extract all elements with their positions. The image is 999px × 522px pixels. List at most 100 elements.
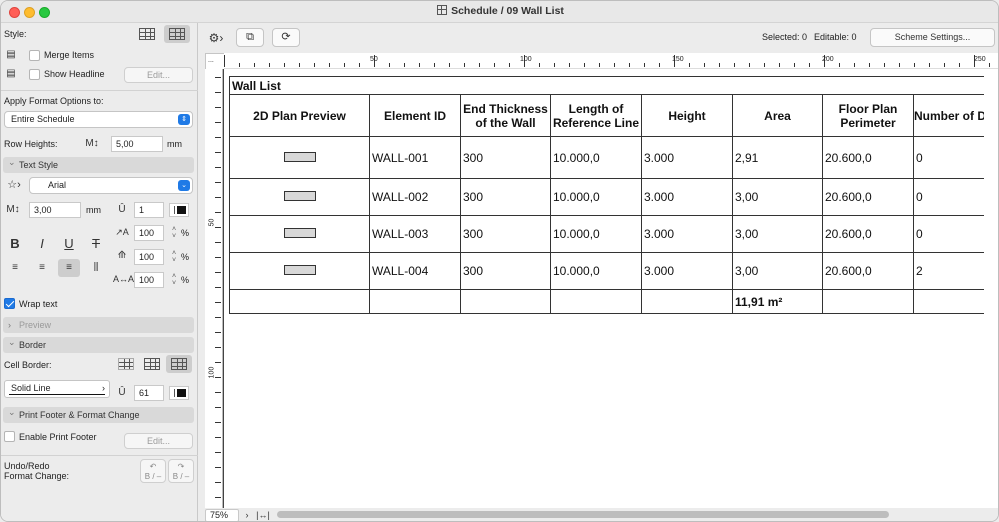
table-cell[interactable]: 300 — [460, 178, 551, 216]
text-style-section-header[interactable]: Text Style — [3, 154, 194, 173]
table-cell[interactable]: 3.000 — [641, 215, 733, 253]
show-headline-checkbox[interactable] — [29, 69, 40, 80]
cell-border-none-button[interactable] — [113, 355, 139, 373]
header-row: 2D Plan Preview Element ID End Thickness… — [229, 94, 984, 137]
table-cell[interactable]: 0 — [913, 215, 984, 253]
font-size-input[interactable]: 3,00 — [29, 202, 81, 218]
table-cell[interactable]: 3,00 — [732, 252, 823, 290]
apply-format-select[interactable]: Entire Schedule ⇕ — [4, 111, 193, 128]
header-cell[interactable]: End Thickness of the Wall — [460, 94, 551, 137]
favorite-style-icon[interactable]: ☆› — [3, 177, 25, 193]
row-heights-input[interactable]: 5,00 — [111, 136, 163, 152]
align-center-button[interactable]: ≡ — [31, 259, 53, 277]
line-type-select[interactable]: Solid Line › — [4, 380, 110, 398]
table-cell[interactable]: 20.600,0 — [822, 252, 914, 290]
table-cell[interactable]: 10.000,0 — [550, 215, 642, 253]
header-cell[interactable]: 2D Plan Preview — [229, 94, 370, 137]
table-cell[interactable]: WALL-003 — [369, 215, 461, 253]
table-cell[interactable]: 10.000,0 — [550, 178, 642, 216]
table-cell[interactable]: 3,00 — [732, 215, 823, 253]
align-justify-button[interactable]: ⫼ — [85, 259, 107, 277]
edit-headline-button[interactable]: Edit... — [124, 67, 193, 83]
table-cell[interactable] — [550, 289, 642, 314]
plan-preview-cell[interactable] — [229, 252, 370, 290]
plan-preview-cell[interactable] — [229, 136, 370, 179]
header-cell[interactable]: Length of Reference Line — [550, 94, 642, 137]
spacing-stepper[interactable]: ˄ ˅ — [170, 273, 178, 287]
height-factor-stepper[interactable]: ˄ ˅ — [170, 250, 178, 264]
table-cell[interactable] — [822, 289, 914, 314]
plan-preview-cell[interactable] — [229, 215, 370, 253]
table-cell[interactable] — [641, 289, 733, 314]
table-cell[interactable]: 20.600,0 — [822, 136, 914, 179]
font-select[interactable]: Arial ⌄ — [29, 177, 193, 194]
table-cell[interactable]: 300 — [460, 252, 551, 290]
table-cell[interactable]: 2 — [913, 252, 984, 290]
scheme-settings-button[interactable]: Scheme Settings... — [870, 28, 995, 47]
table-cell[interactable]: 3.000 — [641, 178, 733, 216]
schedule-title[interactable]: Wall List — [229, 76, 984, 95]
zoom-menu-chevron-icon[interactable]: › — [241, 507, 253, 521]
table-cell[interactable]: 10.000,0 — [550, 252, 642, 290]
strikethrough-button[interactable]: T — [85, 235, 107, 253]
header-cell[interactable]: Element ID — [369, 94, 461, 137]
header-cell[interactable]: Area — [732, 94, 823, 137]
table-cell[interactable]: 300 — [460, 215, 551, 253]
cell-border-outer-button[interactable] — [139, 355, 165, 373]
text-color-swatch[interactable] — [169, 203, 189, 217]
table-cell[interactable]: 10.000,0 — [550, 136, 642, 179]
wrap-text-checkbox[interactable] — [4, 298, 15, 309]
main-toolbar: ⚙› ⧉ ⟳ Selected: 0 Editable: 0 Scheme Se… — [199, 23, 998, 51]
fit-width-icon[interactable]: |↔| — [255, 507, 271, 521]
print-footer-section-header[interactable]: Print Footer & Format Change — [3, 404, 194, 423]
style-plain-grid-button[interactable] — [134, 25, 160, 43]
table-cell[interactable]: 0 — [913, 178, 984, 216]
align-left-button[interactable]: ≡ — [4, 259, 26, 277]
underline-button[interactable]: U — [58, 235, 80, 253]
width-factor-stepper[interactable]: ˄ ˅ — [170, 226, 178, 240]
header-cell[interactable]: Floor Plan Perimeter — [822, 94, 914, 137]
select-elements-button[interactable]: ⧉ — [236, 28, 264, 47]
table-cell[interactable]: 2,91 — [732, 136, 823, 179]
table-cell[interactable]: 0 — [913, 136, 984, 179]
table-cell[interactable]: 300 — [460, 136, 551, 179]
table-cell[interactable]: 3.000 — [641, 136, 733, 179]
settings-gear-icon[interactable]: ⚙› — [205, 30, 227, 46]
table-cell[interactable]: WALL-004 — [369, 252, 461, 290]
table-cell[interactable]: WALL-002 — [369, 178, 461, 216]
update-schedule-button[interactable]: ⟳ — [272, 28, 300, 47]
style-full-grid-button[interactable] — [164, 25, 190, 43]
redo-format-button[interactable]: ↷ B / – — [168, 459, 194, 483]
total-area-cell[interactable]: 11,91 m² — [732, 289, 823, 314]
spacing-input[interactable]: 100 — [134, 272, 164, 288]
edit-footer-button[interactable]: Edit... — [124, 433, 193, 449]
undo-format-button[interactable]: ↶ B / – — [140, 459, 166, 483]
table-cell[interactable] — [460, 289, 551, 314]
table-cell[interactable]: 3.000 — [641, 252, 733, 290]
plan-preview-cell[interactable] — [229, 178, 370, 216]
table-cell[interactable] — [229, 289, 370, 314]
cell-border-all-button[interactable] — [166, 355, 192, 373]
table-cell[interactable] — [913, 289, 984, 314]
table-cell[interactable] — [369, 289, 461, 314]
italic-button[interactable]: I — [31, 235, 53, 253]
header-cell[interactable]: Number of Doors — [913, 94, 984, 137]
table-cell[interactable]: 20.600,0 — [822, 215, 914, 253]
preview-section-header[interactable]: Preview — [3, 317, 194, 333]
height-factor-input[interactable]: 100 — [134, 249, 164, 265]
table-cell[interactable]: 3,00 — [732, 178, 823, 216]
table-cell[interactable]: 20.600,0 — [822, 178, 914, 216]
bold-button[interactable]: B — [4, 235, 26, 253]
border-section-header[interactable]: Border — [3, 334, 194, 353]
zoom-field[interactable]: 75% — [205, 509, 239, 521]
horizontal-scrollbar[interactable] — [277, 511, 889, 518]
width-factor-input[interactable]: 100 — [134, 225, 164, 241]
enable-print-footer-checkbox[interactable] — [4, 431, 15, 442]
header-cell[interactable]: Height — [641, 94, 733, 137]
border-pen-input[interactable]: 61 — [134, 385, 164, 401]
table-cell[interactable]: WALL-001 — [369, 136, 461, 179]
align-right-button[interactable]: ≡ — [58, 259, 80, 277]
border-color-swatch[interactable] — [169, 386, 189, 400]
merge-items-checkbox[interactable] — [29, 50, 40, 61]
text-pen-input[interactable]: 1 — [134, 202, 164, 218]
